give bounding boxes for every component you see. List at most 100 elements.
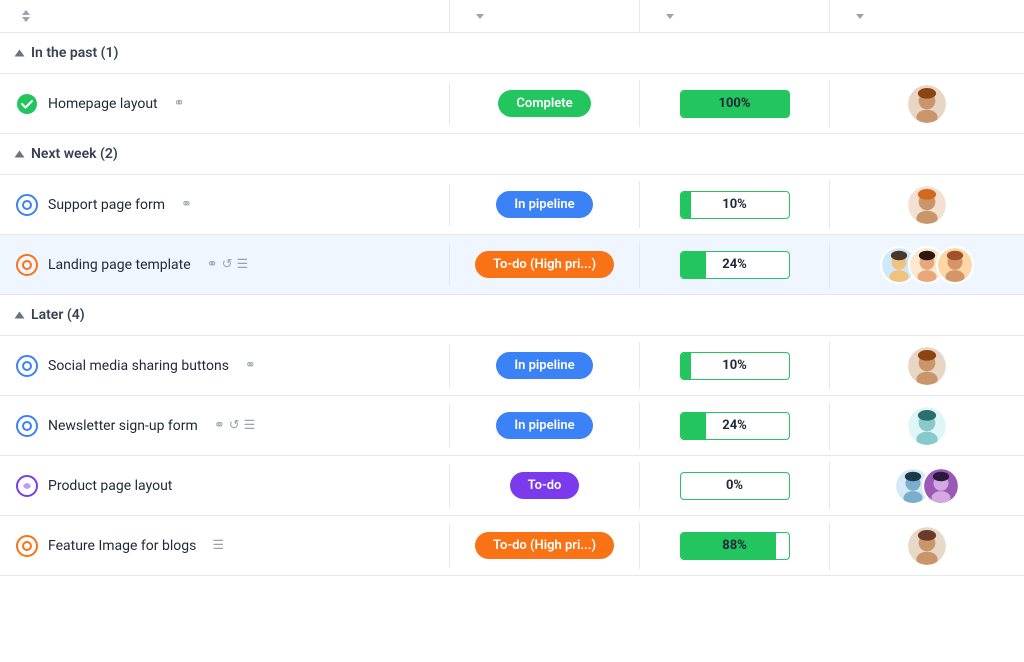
task-title-cell: Newsletter sign-up form ⚭ ↺ ☰ <box>0 405 450 447</box>
task-name: Homepage layout <box>48 96 158 112</box>
section-header-next-week[interactable]: Next week (2) <box>0 134 1024 175</box>
progress-cell: 24% <box>640 402 830 450</box>
progress-bar: 24% <box>680 412 790 440</box>
task-name: Social media sharing buttons <box>48 358 229 374</box>
progress-label: 10% <box>681 358 789 373</box>
table-row[interactable]: Landing page template ⚭ ↺☰ To-do (High pr… <box>0 235 1024 295</box>
section-header-past[interactable]: In the past (1) <box>0 33 1024 74</box>
stage-cell: In pipeline <box>450 342 640 389</box>
section-header-later[interactable]: Later (4) <box>0 295 1024 336</box>
section-title: Later (4) <box>31 307 85 323</box>
task-status-icon <box>16 535 38 557</box>
sort-icon-title <box>22 10 30 22</box>
list-icon: ☰ <box>212 538 224 553</box>
avatar <box>908 85 946 123</box>
avatar <box>908 407 946 445</box>
task-name: Product page layout <box>48 478 172 494</box>
col-task-title[interactable] <box>0 0 450 32</box>
chevron-down-icon <box>666 14 674 19</box>
task-meta-icons: ⚭ ↺ ☰ <box>214 418 255 433</box>
task-name: Support page form <box>48 197 165 213</box>
progress-cell: 88% <box>640 522 830 570</box>
link-icon: ⚭ <box>207 257 218 272</box>
stage-cell: To-do <box>450 462 640 509</box>
assigned-cell <box>830 176 1024 234</box>
task-name: Newsletter sign-up form <box>48 418 198 434</box>
stage-cell: To-do (High pri...) <box>450 241 640 288</box>
table-row[interactable]: Support page form ⚭ In pipeline 10% <box>0 175 1024 235</box>
progress-cell: 10% <box>640 342 830 390</box>
stage-badge: In pipeline <box>496 352 592 379</box>
task-title-cell: Social media sharing buttons ⚭ <box>0 345 450 387</box>
col-progress[interactable] <box>640 0 830 32</box>
progress-bar: 88% <box>680 532 790 560</box>
task-meta-icons: ☰ <box>212 538 224 553</box>
task-status-icon <box>16 93 38 115</box>
task-meta-icons: ⚭ ↺☰ <box>207 257 248 272</box>
task-title-cell: Support page form ⚭ <box>0 184 450 226</box>
avatar <box>936 246 974 284</box>
progress-bar: 100% <box>680 90 790 118</box>
progress-label: 100% <box>681 96 789 111</box>
task-name: Feature Image for blogs <box>48 538 196 554</box>
assigned-cell <box>830 337 1024 395</box>
assigned-cell <box>830 517 1024 575</box>
table-row[interactable]: Feature Image for blogs ☰ To-do (High pr… <box>0 516 1024 576</box>
progress-bar: 24% <box>680 251 790 279</box>
section-title: In the past (1) <box>31 45 118 61</box>
task-title-cell: Feature Image for blogs ☰ <box>0 525 450 567</box>
task-meta-icons: ⚭ <box>181 197 192 212</box>
list-icon: ☰ <box>244 418 256 433</box>
table-row[interactable]: Product page layout To-do 0% <box>0 456 1024 516</box>
avatar <box>922 467 960 505</box>
assigned-cell <box>830 397 1024 455</box>
table-header <box>0 0 1024 33</box>
stage-badge: To-do (High pri...) <box>475 251 614 278</box>
stage-cell: In pipeline <box>450 402 640 449</box>
col-stage[interactable] <box>450 0 640 32</box>
avatar <box>908 347 946 385</box>
task-title-cell: Landing page template ⚭ ↺☰ <box>0 244 450 286</box>
task-title-cell: Homepage layout ⚭ <box>0 83 450 125</box>
repeat-icon: ↺ <box>229 418 240 433</box>
section-title: Next week (2) <box>31 146 118 162</box>
link-icon: ⚭ <box>214 418 225 433</box>
task-status-icon <box>16 254 38 276</box>
chevron-down-icon <box>856 14 864 19</box>
link-icon: ⚭ <box>181 197 192 212</box>
progress-label: 24% <box>681 418 789 433</box>
table-row[interactable]: Social media sharing buttons ⚭ In pipeli… <box>0 336 1024 396</box>
col-assigned[interactable] <box>830 0 1024 32</box>
progress-bar: 10% <box>680 352 790 380</box>
table-row[interactable]: Newsletter sign-up form ⚭↺☰ In pipeline … <box>0 396 1024 456</box>
repeat-icon: ↺ <box>222 257 233 272</box>
assigned-cell <box>830 75 1024 133</box>
progress-cell: 100% <box>640 80 830 128</box>
avatar-group <box>880 246 974 284</box>
task-meta-icons: ⚭ <box>174 96 185 111</box>
stage-cell: Complete <box>450 80 640 127</box>
progress-cell: 0% <box>640 462 830 510</box>
task-title-cell: Product page layout <box>0 465 450 507</box>
section-collapse-icon[interactable] <box>15 151 25 158</box>
progress-label: 0% <box>681 478 789 493</box>
link-icon: ⚭ <box>174 96 185 111</box>
progress-label: 10% <box>681 197 789 212</box>
avatar-group <box>894 467 960 505</box>
section-collapse-icon[interactable] <box>15 50 25 57</box>
task-status-icon <box>16 194 38 216</box>
task-status-icon <box>16 355 38 377</box>
stage-badge: Complete <box>498 90 590 117</box>
stage-cell: In pipeline <box>450 181 640 228</box>
section-collapse-icon[interactable] <box>15 312 25 319</box>
progress-cell: 10% <box>640 181 830 229</box>
chevron-down-icon <box>476 14 484 19</box>
progress-bar: 10% <box>680 191 790 219</box>
list-icon: ☰ <box>236 257 248 272</box>
task-status-icon <box>16 415 38 437</box>
task-status-icon <box>16 475 38 497</box>
table-row[interactable]: Homepage layout ⚭ Complete 100% <box>0 74 1024 134</box>
task-name: Landing page template <box>48 257 191 273</box>
stage-badge: To-do (High pri...) <box>475 532 614 559</box>
sections-container: In the past (1) Homepage layout ⚭ Comple… <box>0 33 1024 576</box>
